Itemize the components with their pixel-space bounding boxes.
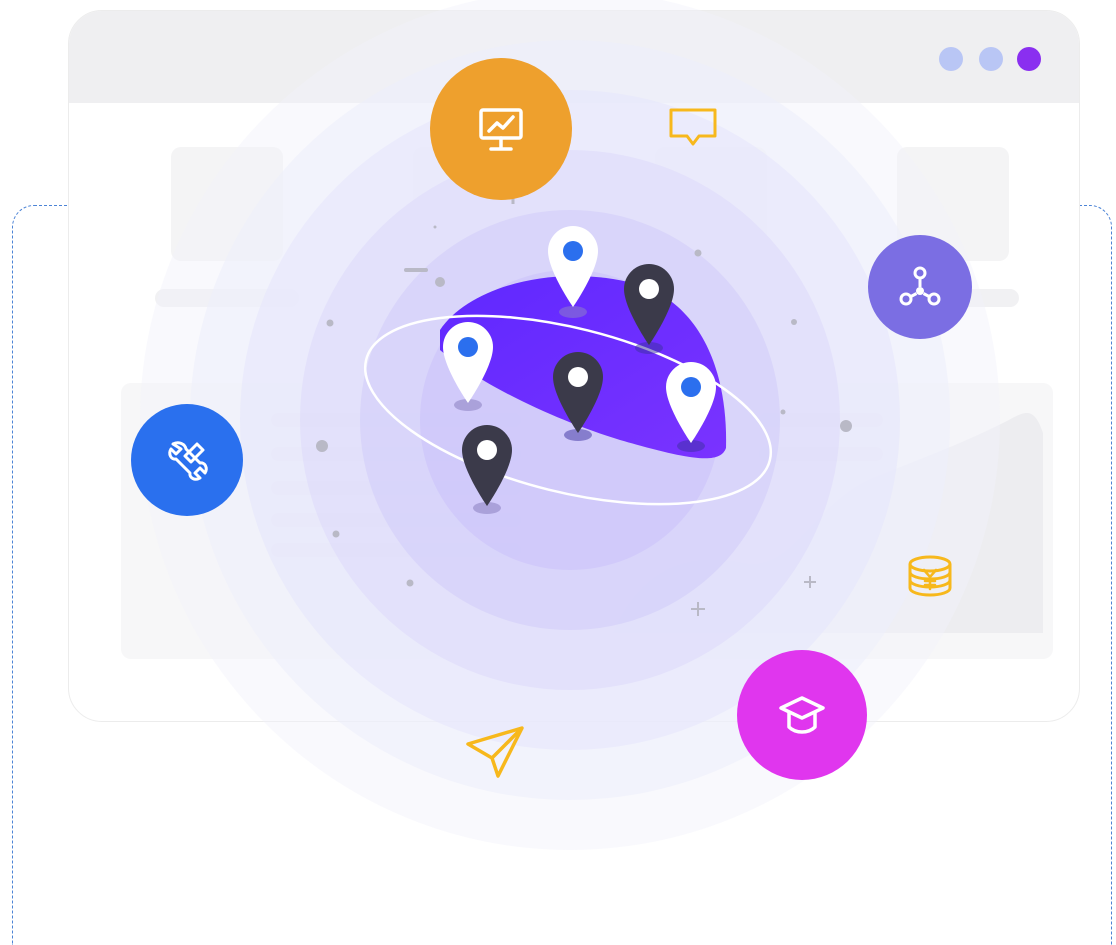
yen-coins-icon: [908, 555, 952, 597]
presentation-chart-icon: [479, 108, 523, 151]
network-badge: [868, 235, 972, 339]
tools-badge: [131, 404, 243, 516]
network-nodes-icon: [899, 266, 941, 306]
graduation-cap-icon: [779, 696, 825, 734]
paper-plane-icon: [466, 726, 524, 778]
tools-wrench-icon: [168, 441, 208, 481]
presentation-badge: [430, 58, 572, 200]
education-badge: [737, 650, 867, 780]
chat-bubble-icon: [669, 108, 717, 146]
